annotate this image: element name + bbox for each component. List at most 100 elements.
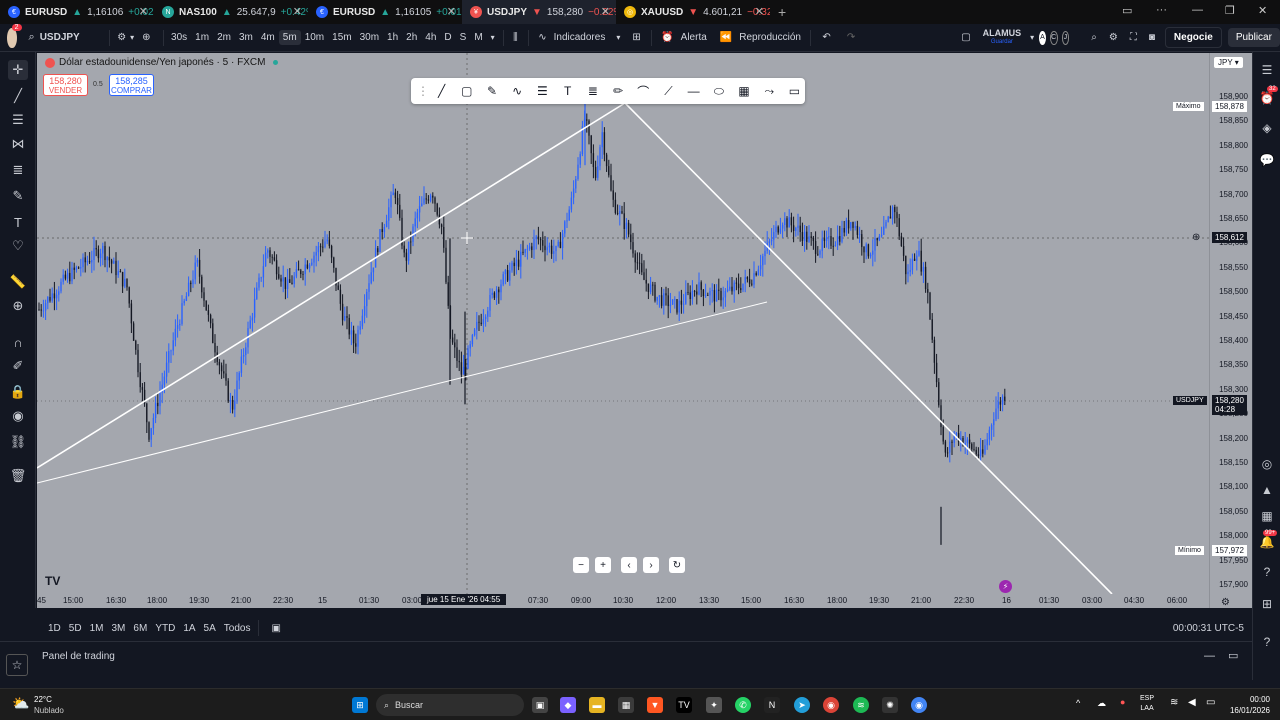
timeframe-30s[interactable]: 30s — [167, 30, 191, 45]
scroll-left-button[interactable]: ‹ — [621, 557, 637, 573]
timeframe-1h[interactable]: 1h — [383, 30, 402, 45]
fib-tool-icon[interactable]: ≣ — [582, 81, 603, 101]
help-icon[interactable]: ? — [1259, 564, 1275, 580]
replay-button[interactable]: Reproducción — [734, 32, 806, 43]
layout-name[interactable]: ALAMUS Guardar — [977, 28, 1028, 47]
layout-icon[interactable]: ▢ — [955, 32, 976, 43]
trendline-icon[interactable]: ╱ — [8, 86, 28, 106]
redo-icon[interactable]: ↷ — [839, 32, 863, 43]
rectangle-tool-icon[interactable]: ▢ — [456, 81, 477, 101]
file-explorer-icon[interactable]: ▬ — [589, 697, 605, 713]
horizontal-line-icon[interactable]: — — [683, 81, 704, 101]
range-all[interactable]: Todos — [220, 621, 255, 636]
alerts-icon[interactable]: ⏰ — [1259, 90, 1275, 106]
zoom-in-button[interactable]: + — [595, 557, 611, 573]
forecast-tool-icon[interactable]: ⤳ — [759, 81, 780, 101]
weather-widget[interactable]: 22°C Nublado — [34, 694, 64, 716]
tab-eurusd-1[interactable]: € EURUSD ▲ 1,16106 +0.02% ✕ — [0, 0, 154, 24]
system-clock[interactable]: 00:00 16/01/2026 — [1222, 694, 1270, 716]
new-tab-button[interactable]: + — [770, 0, 800, 24]
timeframe-s[interactable]: S — [456, 30, 471, 45]
lightning-icon[interactable]: ⚡ — [999, 580, 1012, 593]
timeframe-4m[interactable]: 4m — [257, 30, 279, 45]
crosshair-icon[interactable]: ✛ — [8, 60, 28, 80]
chrome-profile-icon[interactable]: ◉ — [911, 697, 927, 713]
range-1d[interactable]: 1D — [44, 621, 65, 636]
path-tool-icon[interactable]: ∿ — [507, 81, 528, 101]
pattern-icon[interactable]: ⋈ — [8, 134, 28, 154]
timeframe-30m[interactable]: 30m — [356, 30, 383, 45]
more-icon[interactable]: ··· — [1156, 4, 1167, 16]
brave-icon[interactable]: ▼ — [647, 697, 663, 713]
brush-icon[interactable]: ✎ — [8, 186, 28, 206]
magnet-icon[interactable]: ∩ — [8, 332, 28, 352]
link-icon[interactable]: ⛓ — [8, 432, 28, 452]
channel-tool-icon[interactable]: ☰ — [532, 81, 553, 101]
lock-icon[interactable]: 🔒 — [8, 382, 28, 402]
spotify-icon[interactable]: ≋ — [853, 697, 869, 713]
tray-arrow-icon[interactable]: ^ — [1076, 698, 1080, 708]
account-j-icon[interactable]: J — [1061, 30, 1070, 45]
parallel-lines-icon[interactable]: ☰ — [8, 110, 28, 130]
chevron-down-icon[interactable]: ▾ — [487, 33, 499, 42]
curve-tool-icon[interactable]: ⌒ — [633, 81, 654, 101]
ray-tool-icon[interactable]: ⟋ — [658, 81, 679, 101]
zoom-in-icon[interactable]: ⊕ — [8, 296, 28, 316]
reset-chart-button[interactable]: ↻ — [669, 557, 685, 573]
settings-icon[interactable]: ⚙ — [1103, 32, 1124, 43]
fullscreen-icon[interactable]: ⛶ — [1124, 32, 1143, 43]
zoom-out-button[interactable]: − — [573, 557, 589, 573]
minimize-icon[interactable]: — — [1192, 4, 1203, 16]
chart-area[interactable]: Dólar estadounidense/Yen japonés · 5 · F… — [37, 53, 1252, 608]
timeframe-10m[interactable]: 10m — [301, 30, 328, 45]
maximize-icon[interactable]: ❐ — [1225, 4, 1235, 17]
range-6m[interactable]: 6M — [129, 621, 151, 636]
copilot-icon[interactable]: ◆ — [560, 697, 576, 713]
windows-start-icon[interactable]: ⊞ — [352, 697, 368, 713]
window-close-icon[interactable]: ✕ — [1258, 4, 1267, 17]
weather-icon[interactable]: ⛅ — [12, 695, 29, 712]
wifi-icon[interactable]: ≋ — [1170, 697, 1178, 708]
cloud-icon[interactable]: ☁ — [1097, 698, 1106, 709]
crosshair-settings-icon[interactable]: ⊕ — [1192, 232, 1200, 243]
tab-eurusd-2[interactable]: € EURUSD ▲ 1,16105 +0.01% ✕ — [308, 0, 462, 24]
text-tool-icon[interactable]: T — [557, 81, 578, 101]
range-1m[interactable]: 1M — [86, 621, 108, 636]
chrome-icon[interactable]: ◉ — [823, 697, 839, 713]
task-view-icon[interactable]: ▣ — [532, 697, 548, 713]
chatgpt-icon[interactable]: ✺ — [882, 697, 898, 713]
calendar-icon[interactable]: ▦ — [1259, 508, 1275, 524]
ruler-icon[interactable]: 📏 — [8, 272, 28, 292]
monitor-icon[interactable]: ▭ — [1122, 4, 1132, 17]
bell-icon[interactable]: 🔔 — [1259, 534, 1275, 550]
ellipse-tool-icon[interactable]: ⬭ — [708, 81, 729, 101]
heart-icon[interactable]: ♡ — [8, 236, 28, 256]
timeframe-m[interactable]: M — [470, 30, 486, 45]
timeframe-4h[interactable]: 4h — [421, 30, 440, 45]
price-chart[interactable] — [37, 53, 1209, 594]
pencil-lock-icon[interactable]: ✐ — [8, 356, 28, 376]
zoom-search-icon[interactable]: ⌕ — [1085, 32, 1103, 43]
range-3m[interactable]: 3M — [108, 621, 130, 636]
star-icon[interactable]: ☆ — [6, 654, 28, 676]
axis-settings-icon[interactable]: ⚙ — [1221, 597, 1230, 608]
trade-button[interactable]: Negocie — [1164, 27, 1222, 48]
timeframe-2m[interactable]: 2m — [213, 30, 235, 45]
trading-panel-button[interactable]: Panel de trading — [42, 651, 115, 662]
layers-icon[interactable]: ◈ — [1259, 120, 1275, 136]
range-5a[interactable]: 5A — [200, 621, 220, 636]
whatsapp-icon[interactable]: ✆ — [735, 697, 751, 713]
fib-icon[interactable]: ≣ — [8, 160, 28, 180]
chat-icon[interactable]: 💬 — [1259, 152, 1275, 168]
close-icon[interactable]: ✕ — [139, 5, 148, 18]
language-indicator[interactable]: ESP LAA — [1140, 694, 1154, 714]
buy-button[interactable]: 158,285 COMPRAR — [109, 74, 154, 96]
taskbar-search[interactable]: ⌕ Buscar — [376, 694, 524, 716]
mic-icon[interactable]: ● — [1120, 697, 1125, 707]
watchlist-icon[interactable]: ☰ — [1259, 62, 1275, 78]
telegram-icon[interactable]: ➤ — [794, 697, 810, 713]
close-icon[interactable]: ✕ — [601, 5, 610, 18]
price-axis[interactable]: JPY ▾ 158,900 158,850 158,800 158,750 158,70… — [1209, 53, 1252, 608]
grid-tool-icon[interactable]: ▦ — [733, 81, 754, 101]
apps-grid-icon[interactable]: ⊞ — [1259, 596, 1275, 612]
